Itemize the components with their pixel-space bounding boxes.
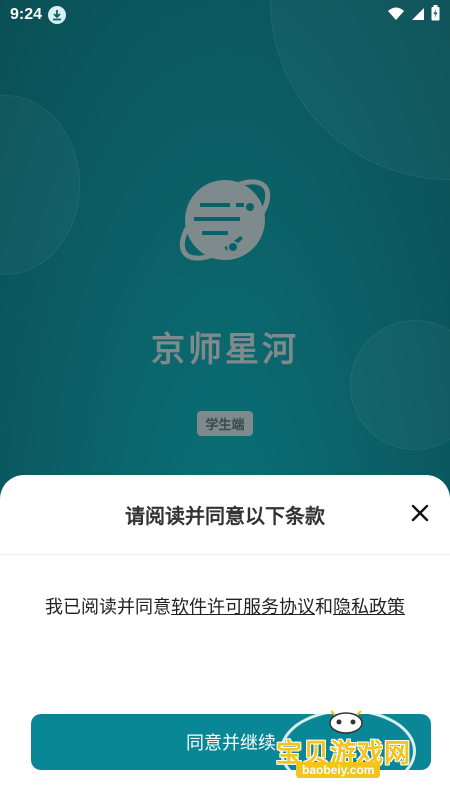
privacy-policy-link[interactable]: 隐私政策 — [333, 597, 405, 618]
watermark-logo: 宝贝游戏网 baobeiy.com — [268, 705, 428, 795]
app-name: 京师星河 — [151, 330, 299, 370]
client-type-badge: 学生端 — [197, 411, 253, 436]
planet-logo-icon — [170, 165, 280, 275]
download-icon — [48, 6, 67, 24]
dialog-header: 请阅读并同意以下条款 — [0, 475, 450, 555]
watermark-url: baobeiy.com — [296, 762, 381, 778]
battery-charging-icon — [431, 5, 440, 25]
agreement-conjunction: 和 — [315, 597, 333, 618]
status-bar: 9:24 — [0, 0, 450, 30]
signal-icon — [411, 6, 425, 25]
wifi-icon — [387, 6, 405, 25]
close-icon[interactable] — [408, 501, 432, 525]
status-icons — [387, 5, 440, 25]
game-controller-icon — [326, 705, 366, 735]
dialog-title: 请阅读并同意以下条款 — [125, 504, 325, 528]
agreement-text: 我已阅读并同意软件许可服务协议和隐私政策 — [0, 593, 450, 619]
background-circle — [0, 95, 80, 275]
license-agreement-link[interactable]: 软件许可服务协议 — [171, 597, 315, 618]
status-time: 9:24 — [10, 6, 43, 23]
agreement-prefix: 我已阅读并同意 — [45, 597, 171, 618]
